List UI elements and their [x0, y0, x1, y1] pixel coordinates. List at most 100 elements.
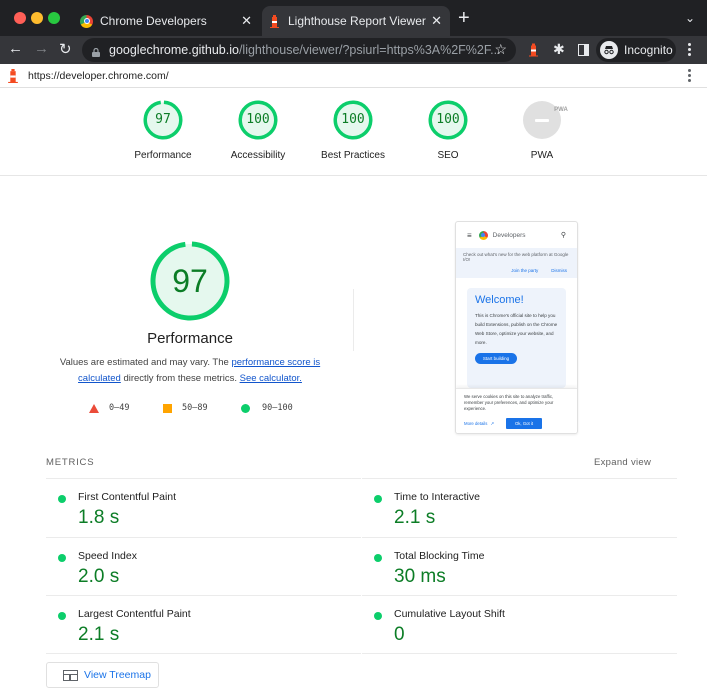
metric-title: Speed Index [78, 550, 137, 562]
legend-range: 0–49 [109, 403, 130, 413]
lighthouse-icon [270, 14, 279, 28]
close-window-button[interactable] [14, 12, 26, 24]
gauge-seo[interactable]: 100 SEO [403, 100, 493, 161]
metric-value: 2.1 s [394, 507, 436, 528]
gauge-performance[interactable]: 97 Performance [118, 100, 208, 161]
metric-value: 2.1 s [78, 624, 120, 645]
gauge-best-practices[interactable]: 100 Best Practices [308, 100, 398, 161]
dismiss-link: Dismiss [551, 268, 567, 273]
metric-largest-contentful-paint: Largest Contentful Paint 2.1 s [46, 595, 361, 654]
tab-search-chevron-icon[interactable]: ⌄ [685, 11, 695, 25]
gauge-label: PWA [530, 150, 554, 161]
gauge-label: Performance [134, 150, 192, 161]
final-screenshot[interactable]: ≡ Developers ⚲ Check out what's new for … [455, 221, 578, 434]
metrics-divider [362, 653, 677, 654]
pwa-badge-icon: PWA [523, 101, 568, 139]
report-topbar: https://developer.chrome.com/ [0, 64, 707, 88]
ok-got-it-button: Ok, Got it [506, 418, 543, 429]
gauge-score: 100 [436, 112, 460, 127]
metric-title: Total Blocking Time [394, 550, 485, 562]
metrics-heading: METRICS [46, 457, 95, 468]
incognito-profile-button[interactable]: Incognito [596, 38, 676, 62]
forward-arrow-icon[interactable]: → [34, 40, 49, 57]
metric-title: First Contentful Paint [78, 491, 177, 503]
lighthouse-logo-icon [8, 68, 18, 83]
treemap-icon [63, 669, 78, 681]
section-divider [353, 289, 354, 351]
metrics-divider [46, 653, 361, 654]
legend-fail: 0–49 [89, 403, 129, 413]
view-treemap-button[interactable]: View Treemap [46, 662, 159, 688]
pass-circle-icon [58, 612, 66, 620]
triangle-icon [89, 403, 99, 413]
report-url[interactable]: https://developer.chrome.com/ [28, 70, 169, 82]
close-tab-icon[interactable]: ✕ [241, 13, 252, 29]
profile-label: Incognito [624, 43, 673, 57]
metric-value: 2.0 s [78, 566, 120, 587]
circle-icon [241, 403, 250, 413]
pass-circle-icon [58, 495, 66, 503]
tab-title: Lighthouse Report Viewer [288, 14, 426, 28]
report-menu-icon[interactable] [688, 69, 691, 82]
metric-title: Time to Interactive [394, 491, 480, 503]
search-icon: ⚲ [560, 232, 566, 239]
gauge-score: 100 [341, 112, 365, 127]
gauge-accessibility[interactable]: 100 Accessibility [213, 100, 303, 161]
welcome-title: Welcome! [475, 294, 524, 306]
cookie-text: We serve cookies on this site to analyze… [464, 394, 554, 411]
tab-title: Chrome Developers [100, 14, 207, 28]
performance-title: Performance [147, 330, 233, 347]
description-text: Values are estimated and may vary. The [59, 357, 232, 368]
legend-range: 50–89 [182, 403, 208, 413]
back-arrow-icon[interactable]: ← [8, 40, 23, 57]
more-details-link: More details [464, 420, 488, 426]
metric-title: Cumulative Layout Shift [394, 608, 505, 620]
gauge-pwa[interactable]: PWA PWA [497, 100, 587, 161]
metric-value: 1.8 s [78, 507, 120, 528]
description-text: directly from these metrics. [120, 373, 240, 384]
pass-circle-icon [374, 495, 382, 503]
bookmark-star-icon[interactable]: ☆ [494, 41, 507, 58]
chrome-logo-icon [478, 230, 488, 240]
gauge-label: SEO [437, 150, 459, 161]
hamburger-icon: ≡ [467, 230, 472, 240]
legend-average: 50–89 [163, 403, 208, 413]
banner-text: Check out what's new for the web platfor… [463, 252, 569, 262]
io-banner: Check out what's new for the web platfor… [456, 248, 577, 278]
welcome-text: This is Chrome's official site to help y… [475, 313, 558, 345]
incognito-icon [600, 41, 618, 59]
metric-time-to-interactive: Time to Interactive 2.1 s [362, 478, 677, 537]
address-path: /lighthouse/viewer/?psiurl=https%3A%2F%2… [238, 43, 501, 57]
lock-icon [92, 46, 100, 57]
legend-pass: 90–100 [241, 403, 293, 413]
close-tab-icon[interactable]: ✕ [431, 13, 442, 29]
metric-value: 30 ms [394, 566, 446, 587]
expand-view-toggle[interactable]: Expand view [594, 457, 651, 468]
performance-score: 97 [172, 263, 208, 299]
pass-circle-icon [58, 554, 66, 562]
reload-icon[interactable]: ↻ [59, 40, 72, 58]
address-bar[interactable]: googlechrome.github.io /lighthouse/viewe… [82, 38, 516, 62]
side-panel-icon[interactable] [578, 44, 589, 56]
legend-range: 90–100 [262, 403, 293, 413]
maximize-window-button[interactable] [48, 12, 60, 24]
browser-menu-icon[interactable] [688, 43, 691, 56]
join-link: Join the party [511, 268, 539, 273]
minimize-window-button[interactable] [31, 12, 43, 24]
extensions-puzzle-icon[interactable]: ✱ [553, 41, 565, 58]
start-building-button: Start building [475, 353, 517, 364]
gauge-score: 97 [155, 112, 171, 127]
see-calculator-link[interactable]: See calculator. [240, 373, 302, 384]
tab-chrome-developers[interactable]: Chrome Developers ✕ [72, 6, 260, 36]
tab-lighthouse-report-viewer[interactable]: Lighthouse Report Viewer ✕ [262, 6, 450, 36]
performance-description: Values are estimated and may vary. The p… [50, 355, 330, 387]
pass-circle-icon [374, 612, 382, 620]
category-gauges: 97 Performance 100 Accessibility 100 Bes… [0, 88, 707, 176]
metric-cumulative-layout-shift: Cumulative Layout Shift 0 [362, 595, 677, 654]
external-link-icon: ↗ [490, 420, 495, 426]
new-tab-button[interactable]: + [458, 8, 470, 28]
metric-title: Largest Contentful Paint [78, 608, 191, 620]
lighthouse-extension-icon[interactable] [529, 43, 538, 62]
metric-value: 0 [394, 624, 405, 645]
gauge-label: Best Practices [321, 150, 385, 161]
